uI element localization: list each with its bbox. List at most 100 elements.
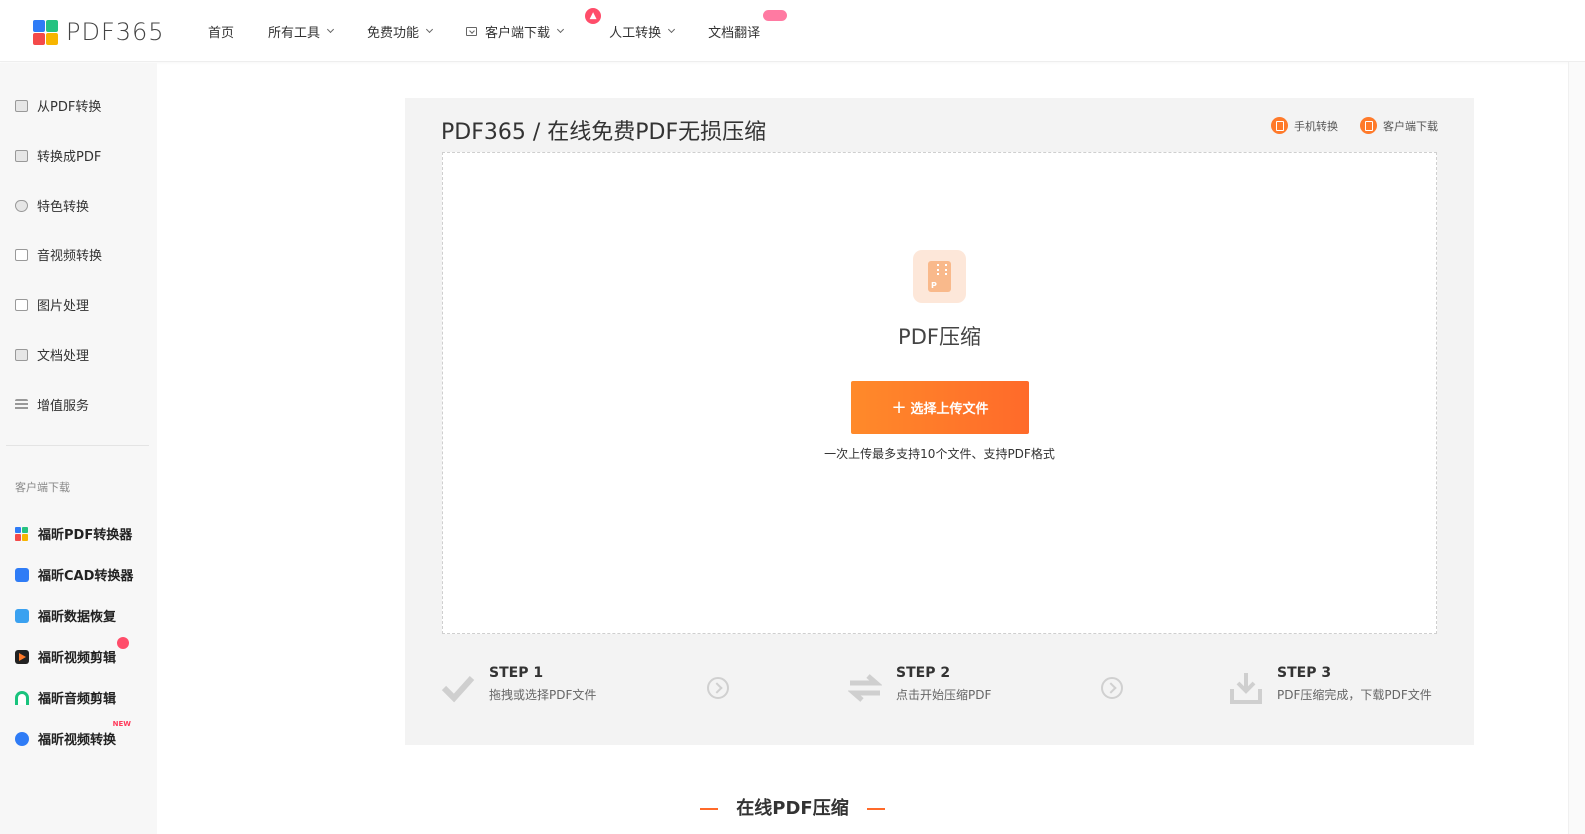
nav-home-label: 首页 bbox=[208, 25, 235, 41]
sidebar-app-label: 福昕数据恢复 bbox=[38, 610, 117, 625]
sidebar-app-label: 福昕音频剪辑 bbox=[38, 692, 117, 707]
to-pdf-icon bbox=[15, 149, 28, 162]
monitor-download-icon bbox=[466, 26, 478, 36]
nav-home[interactable]: 首页 bbox=[208, 22, 234, 41]
nav-free-features[interactable]: 免费功能 bbox=[367, 22, 434, 41]
plus-icon: + bbox=[891, 396, 907, 418]
sidebar-app-label: 福昕视频转换 bbox=[38, 733, 117, 748]
foxit-video-converter-icon bbox=[15, 731, 29, 746]
compress-card: PDF365 / 在线免费PDF无损压缩 手机转换 客户端下载 PDF压缩 + … bbox=[405, 98, 1474, 745]
nav-client-download-label: 客户端下载 bbox=[485, 25, 551, 41]
tool-name: PDF压缩 bbox=[898, 325, 981, 349]
title-dash bbox=[866, 808, 885, 810]
chevron-down-icon bbox=[426, 25, 434, 34]
step-arrow-icon bbox=[707, 677, 729, 699]
headphones-icon bbox=[15, 690, 29, 705]
sidebar-item-media[interactable]: 音视频转换 bbox=[15, 245, 102, 264]
download-icon bbox=[1360, 117, 1377, 134]
pdf-zip-icon bbox=[913, 250, 966, 303]
hot-flame-icon: ▲ bbox=[585, 7, 602, 24]
sidebar-app-video-editor[interactable]: 福昕视频剪辑 bbox=[15, 637, 130, 666]
sidebar-app-label: 福昕PDF转换器 bbox=[38, 528, 133, 543]
sidebar-item-label: 图片处理 bbox=[37, 299, 90, 314]
nav-client-download[interactable]: 客户端下载 bbox=[466, 22, 565, 41]
sidebar-app-video-converter[interactable]: 福昕视频转换 NEW bbox=[15, 720, 131, 748]
upload-dropzone[interactable]: PDF压缩 + 选择上传文件 一次上传最多支持10个文件、支持PDF格式 bbox=[442, 152, 1437, 634]
main-nav: 首页 所有工具 免费功能 客户端下载 ▲ 人工转换 文档翻译 bbox=[208, 0, 794, 62]
sidebar-item-label: 增值服务 bbox=[37, 399, 90, 414]
upload-hint: 一次上传最多支持10个文件、支持PDF格式 bbox=[824, 447, 1055, 461]
list-icon bbox=[15, 398, 28, 411]
sidebar-item-from-pdf[interactable]: 从PDF转换 bbox=[15, 96, 101, 115]
sidebar-item-document[interactable]: 文档处理 bbox=[15, 345, 89, 364]
check-icon bbox=[441, 675, 475, 703]
logo-mark-icon bbox=[33, 19, 58, 45]
step-desc: 点击开始压缩PDF bbox=[896, 688, 992, 702]
new-badge-icon bbox=[763, 9, 788, 21]
step-3: STEP 3 PDF压缩完成，下载PDF文件 bbox=[1229, 665, 1432, 705]
hot-flame-icon bbox=[117, 637, 130, 649]
card-links: 手机转换 客户端下载 bbox=[1249, 117, 1438, 134]
nav-doc-translate-label: 文档翻译 bbox=[708, 25, 761, 41]
sidebar-app-label-wrap: 福昕视频转换 NEW bbox=[38, 720, 131, 748]
foxit-video-editor-icon bbox=[15, 649, 29, 664]
document-icon bbox=[15, 348, 28, 361]
new-badge: NEW bbox=[112, 720, 132, 728]
client-download-link[interactable]: 客户端下载 bbox=[1360, 117, 1438, 134]
sidebar-app-label: 福昕视频剪辑 bbox=[38, 651, 117, 666]
image-icon bbox=[15, 298, 28, 311]
sidebar-section-label: 客户端下载 bbox=[15, 481, 70, 494]
sidebar-app-data-recovery[interactable]: 福昕数据恢复 bbox=[15, 606, 116, 625]
step-title: STEP 3 bbox=[1277, 665, 1332, 681]
sidebar-app-label: 福昕CAD转换器 bbox=[38, 569, 134, 584]
section-title-text: 在线PDF压缩 bbox=[736, 798, 849, 819]
scrollbar[interactable] bbox=[1568, 62, 1585, 834]
step-title: STEP 1 bbox=[489, 665, 544, 681]
sidebar-item-label: 音视频转换 bbox=[37, 249, 103, 264]
logo-text: PDF365 bbox=[66, 18, 165, 46]
sidebar-app-pdf-converter[interactable]: 福昕PDF转换器 bbox=[15, 524, 132, 543]
sidebar-app-audio-editor[interactable]: 福昕音频剪辑 bbox=[15, 688, 116, 707]
nav-free-features-label: 免费功能 bbox=[367, 25, 420, 41]
nav-all-tools-label: 所有工具 bbox=[268, 25, 321, 41]
sidebar-item-label: 转换成PDF bbox=[37, 150, 102, 165]
sidebar-item-label: 文档处理 bbox=[37, 349, 90, 364]
step-1: STEP 1 拖拽或选择PDF文件 bbox=[441, 665, 596, 705]
step-2: STEP 2 点击开始压缩PDF bbox=[848, 665, 991, 705]
sidebar-app-label-wrap: 福昕视频剪辑 bbox=[38, 637, 130, 666]
page-title: PDF365 / 在线免费PDF无损压缩 bbox=[441, 120, 767, 145]
sidebar-item-image[interactable]: 图片处理 bbox=[15, 295, 89, 314]
mobile-convert-link[interactable]: 手机转换 bbox=[1271, 117, 1338, 134]
sidebar-item-value-added[interactable]: 增值服务 bbox=[15, 395, 89, 414]
sidebar-item-label: 特色转换 bbox=[37, 200, 90, 215]
nav-doc-translate[interactable]: 文档翻译 bbox=[708, 9, 788, 41]
phone-icon bbox=[1271, 117, 1288, 134]
logo[interactable]: PDF365 bbox=[33, 18, 165, 46]
nav-manual-convert[interactable]: ▲ 人工转换 bbox=[585, 7, 676, 41]
nav-manual-convert-label: 人工转换 bbox=[609, 25, 662, 41]
mobile-convert-label: 手机转换 bbox=[1294, 119, 1338, 133]
step-arrow-icon bbox=[1101, 677, 1123, 699]
sidebar-item-special[interactable]: 特色转换 bbox=[15, 196, 89, 215]
upload-file-label: 选择上传文件 bbox=[910, 402, 989, 417]
chevron-down-icon bbox=[668, 25, 676, 34]
chevron-down-icon bbox=[326, 25, 335, 34]
sidebar-item-to-pdf[interactable]: 转换成PDF bbox=[15, 146, 101, 165]
sidebar-app-cad-converter[interactable]: 福昕CAD转换器 bbox=[15, 565, 133, 584]
top-navbar: PDF365 首页 所有工具 免费功能 客户端下载 ▲ 人工转换 文档翻译 bbox=[0, 0, 1585, 62]
nav-all-tools[interactable]: 所有工具 bbox=[268, 22, 335, 41]
title-dash bbox=[700, 808, 719, 810]
swap-arrows-icon bbox=[848, 674, 882, 702]
sidebar-item-label: 从PDF转换 bbox=[37, 100, 102, 115]
sidebar-divider bbox=[6, 445, 149, 446]
client-download-label: 客户端下载 bbox=[1383, 119, 1438, 133]
step-desc: PDF压缩完成，下载PDF文件 bbox=[1277, 688, 1432, 702]
upload-file-button[interactable]: + 选择上传文件 bbox=[851, 381, 1029, 434]
foxit-pdf-converter-icon bbox=[15, 526, 29, 541]
shield-icon bbox=[15, 199, 28, 212]
step-desc: 拖拽或选择PDF文件 bbox=[489, 688, 597, 702]
download-tray-icon bbox=[1230, 673, 1262, 704]
step-title: STEP 2 bbox=[896, 665, 951, 681]
media-icon bbox=[15, 248, 28, 261]
sidebar: 从PDF转换 转换成PDF 特色转换 音视频转换 图片处理 文档处理 增值服务 … bbox=[0, 63, 157, 834]
